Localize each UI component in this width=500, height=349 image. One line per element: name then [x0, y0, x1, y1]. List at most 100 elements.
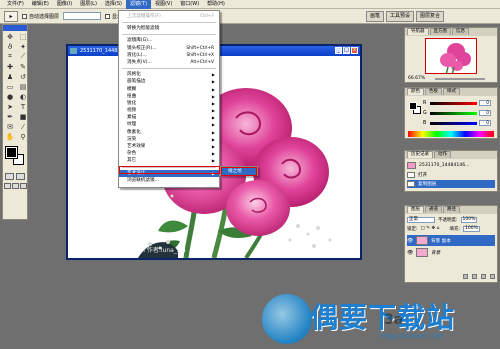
dodge-tool-icon[interactable]: ◐ [17, 92, 29, 101]
filter-menu-item[interactable]: 浏览联机滤镜... [119, 177, 219, 184]
filter-menu-item[interactable]: 扭曲 ▶ [119, 93, 219, 100]
tab-styles[interactable]: 样式 [443, 88, 460, 95]
marquee-tool-icon[interactable]: ⬚ [17, 32, 29, 41]
close-icon[interactable]: × [351, 47, 358, 54]
brush-tool-icon[interactable]: ✎ [17, 62, 29, 71]
tab-layer-comps[interactable]: 图层复合 [416, 11, 445, 22]
new-layer-icon[interactable] [481, 274, 486, 279]
filter-menu-item-highlighted[interactable]: 艺术设计 ▶ [119, 169, 219, 177]
gradient-tool-icon[interactable]: ▤ [17, 82, 29, 91]
filter-menu-item[interactable]: 滤镜库(G)... [119, 37, 219, 44]
navigator-zoom[interactable]: 66.67% [408, 76, 425, 81]
foreground-color-swatch[interactable] [5, 146, 18, 159]
tab-actions[interactable]: 动作 [434, 151, 451, 158]
lasso-tool-icon[interactable]: ϑ [4, 42, 16, 51]
hand-tool-icon[interactable]: ✋ [4, 132, 16, 141]
screen-mode-full[interactable] [19, 183, 27, 189]
tab-navigator[interactable]: 导航器 [407, 28, 429, 35]
blur-tool-icon[interactable]: ● [4, 92, 16, 101]
tab-histogram[interactable]: 直方图 [429, 28, 451, 35]
shape-tool-icon[interactable]: ■ [17, 112, 29, 121]
fill-field[interactable]: 100% [463, 225, 480, 232]
color-spectrum[interactable] [408, 131, 494, 137]
link-layers-icon[interactable] [463, 274, 468, 279]
maximize-icon[interactable]: □ [343, 47, 350, 54]
menu-item[interactable]: 帮助(H) [203, 0, 229, 9]
tab-tool-presets[interactable]: 工具预设 [386, 11, 415, 22]
healing-tool-icon[interactable]: ✚ [4, 62, 16, 71]
history-brush-icon[interactable]: ↺ [17, 72, 29, 81]
history-step-selected[interactable]: 复制图层 [407, 180, 495, 188]
screen-mode-menu[interactable] [11, 183, 19, 189]
magic-wand-tool-icon[interactable]: ✦ [17, 42, 29, 51]
history-snapshot[interactable]: 2531170_14484146... [407, 161, 495, 169]
delete-layer-icon[interactable] [490, 274, 495, 279]
quick-mask-button[interactable] [16, 173, 25, 180]
auto-select-dropdown[interactable] [63, 12, 102, 20]
color-foreground-swatch[interactable] [409, 102, 417, 110]
eye-icon[interactable]: 👁 [407, 250, 413, 256]
move-tool-preset[interactable]: ▸ [4, 10, 18, 22]
submenu-item[interactable]: 线之绘 [221, 167, 257, 176]
filter-menu-item[interactable]: 模糊 ▶ [119, 86, 219, 93]
filter-menu-item[interactable]: 风格化 ▶ [119, 71, 219, 78]
filter-menu-item[interactable]: 渲染 ▶ [119, 136, 219, 143]
red-value[interactable]: 0 [479, 100, 491, 106]
menu-item[interactable]: 选择(S) [101, 0, 126, 9]
filter-menu-item[interactable]: 其它 ▶ [119, 157, 219, 164]
zoom-tool-icon[interactable]: ⚲ [17, 132, 29, 141]
menu-item[interactable]: 图层(L) [76, 0, 101, 9]
menu-item[interactable]: 滤镜(T) [126, 0, 151, 9]
tab-info[interactable]: 信息 [452, 28, 469, 35]
navigator-zoom-slider[interactable] [435, 78, 485, 80]
show-transform-box[interactable] [105, 13, 111, 19]
navigator-thumbnail[interactable] [425, 38, 477, 74]
menu-item[interactable]: 文件(F) [3, 0, 28, 9]
filter-menu-item[interactable]: 镜头校正(R)... Shift+Ctrl+R [119, 45, 219, 52]
filter-menu-item[interactable]: 杂色 ▶ [119, 150, 219, 157]
layer-row-selected[interactable]: 👁 背景 副本 [407, 235, 495, 246]
tab-paths[interactable]: 路径 [443, 206, 460, 213]
blue-slider[interactable] [430, 121, 477, 125]
tab-channels[interactable]: 通道 [425, 206, 442, 213]
eyedropper-tool-icon[interactable]: ⁄ [17, 122, 29, 131]
opacity-field[interactable]: 100% [460, 216, 478, 223]
red-slider[interactable] [430, 101, 477, 105]
pen-tool-icon[interactable]: ✒ [4, 112, 16, 121]
screen-mode-standard[interactable] [3, 183, 11, 189]
eye-icon[interactable]: 👁 [407, 238, 413, 244]
filter-menu-item[interactable]: 视频 ▶ [119, 107, 219, 114]
eraser-tool-icon[interactable]: ▭ [4, 82, 16, 91]
tab-swatches[interactable]: 色板 [425, 88, 442, 95]
filter-menu-item[interactable]: 液化(L)... Shift+Ctrl+X [119, 52, 219, 59]
tab-color[interactable]: 颜色 [407, 88, 424, 95]
filter-menu-item[interactable]: 转换为智能滤镜 [119, 25, 219, 32]
menu-item[interactable]: 视图(V) [151, 0, 176, 9]
path-select-icon[interactable]: ➤ [4, 102, 16, 111]
menu-item[interactable]: 图像(I) [53, 0, 76, 9]
filter-menu-item[interactable]: 素描 ▶ [119, 114, 219, 121]
move-tool-icon[interactable]: ✥ [4, 32, 16, 41]
green-slider[interactable] [430, 111, 477, 115]
blend-mode-select[interactable]: 正常 [407, 216, 435, 223]
filter-menu-item[interactable]: 锐化 ▶ [119, 100, 219, 107]
blue-value[interactable]: 0 [479, 120, 491, 126]
filter-menu-item[interactable]: 纹理 ▶ [119, 121, 219, 128]
tab-layers[interactable]: 图层 [407, 206, 424, 213]
stamp-tool-icon[interactable]: ♟ [4, 72, 16, 81]
tab-history[interactable]: 历史记录 [407, 151, 433, 158]
menu-item[interactable]: 编辑(E) [28, 0, 53, 9]
layer-row[interactable]: 👁 背景 [407, 247, 495, 258]
type-tool-icon[interactable]: T [17, 102, 29, 111]
slice-tool-icon[interactable]: ⟋ [17, 52, 29, 61]
notes-tool-icon[interactable]: ✉ [4, 122, 16, 131]
filter-menu-item[interactable]: 画笔描边 ▶ [119, 78, 219, 85]
standard-mode-button[interactable] [5, 173, 14, 180]
layer-style-icon[interactable] [472, 274, 477, 279]
minimize-icon[interactable]: _ [335, 47, 342, 54]
history-step[interactable]: 打开 [407, 171, 495, 179]
filter-menu-item[interactable]: 消失点(V)... Alt+Ctrl+V [119, 59, 219, 66]
lock-icons[interactable]: □ ✎ ✥ ⌂ [421, 226, 447, 231]
green-value[interactable]: 0 [479, 110, 491, 116]
auto-select-box[interactable] [22, 13, 27, 19]
